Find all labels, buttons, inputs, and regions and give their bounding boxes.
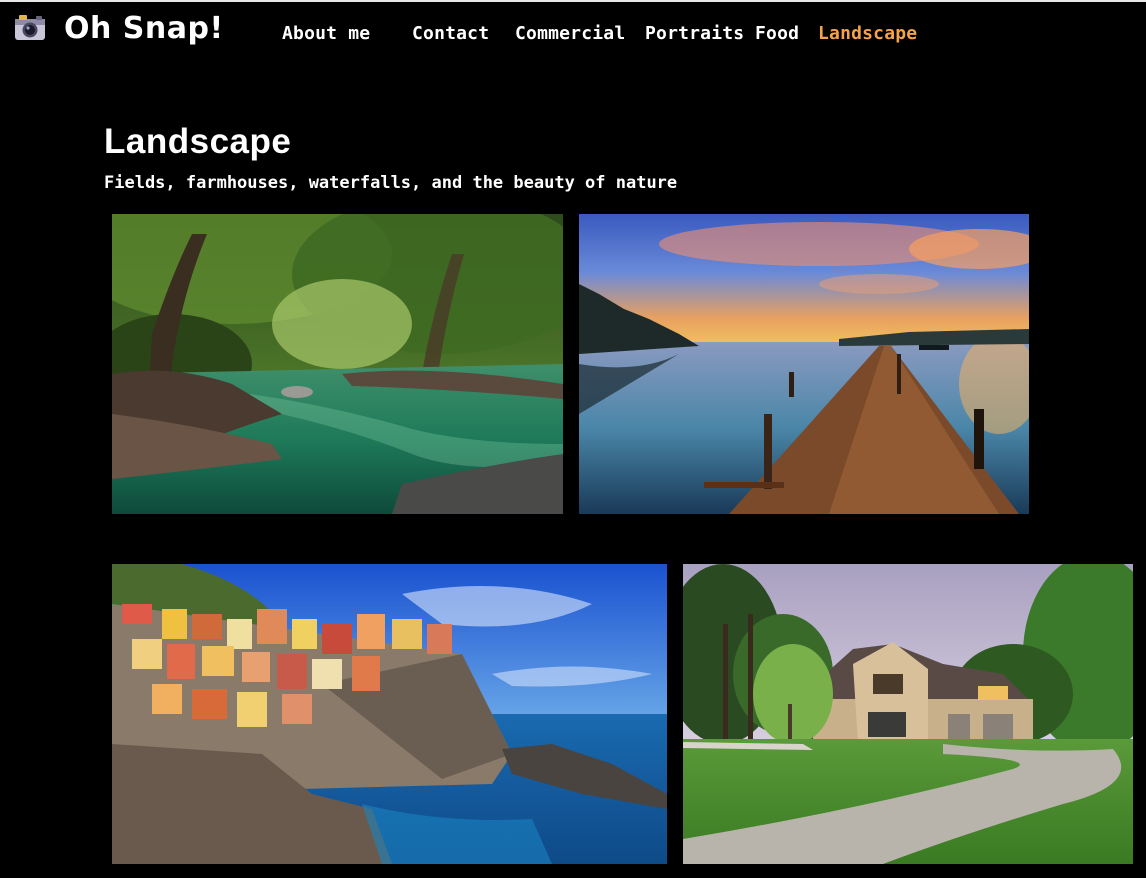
photo-forest-river[interactable]: [112, 214, 563, 514]
photo-sunset-pier[interactable]: [579, 214, 1029, 514]
page-title: Landscape: [104, 122, 292, 161]
nav-link-about-me[interactable]: About me: [282, 23, 370, 44]
page-subtitle: Fields, farmhouses, waterfalls, and the …: [104, 173, 678, 193]
nav-link-food[interactable]: Food: [755, 23, 799, 44]
stone-house-image: [683, 564, 1133, 864]
nav-link-commercial[interactable]: Commercial: [515, 23, 625, 44]
nav-link-portraits[interactable]: Portraits: [645, 23, 744, 44]
forest-river-image: [112, 214, 563, 514]
cliffside-village-image: [112, 564, 667, 864]
photo-stone-house[interactable]: [683, 564, 1133, 864]
camera-icon: [15, 15, 45, 40]
photo-cliffside-village[interactable]: [112, 564, 667, 864]
sunset-pier-image: [579, 214, 1029, 514]
brand-name: Oh Snap!: [64, 11, 224, 46]
brand[interactable]: Oh Snap!: [12, 10, 223, 46]
top-border: [0, 0, 1146, 2]
nav-link-contact[interactable]: Contact: [412, 23, 489, 44]
nav-link-landscape[interactable]: Landscape: [818, 23, 917, 44]
